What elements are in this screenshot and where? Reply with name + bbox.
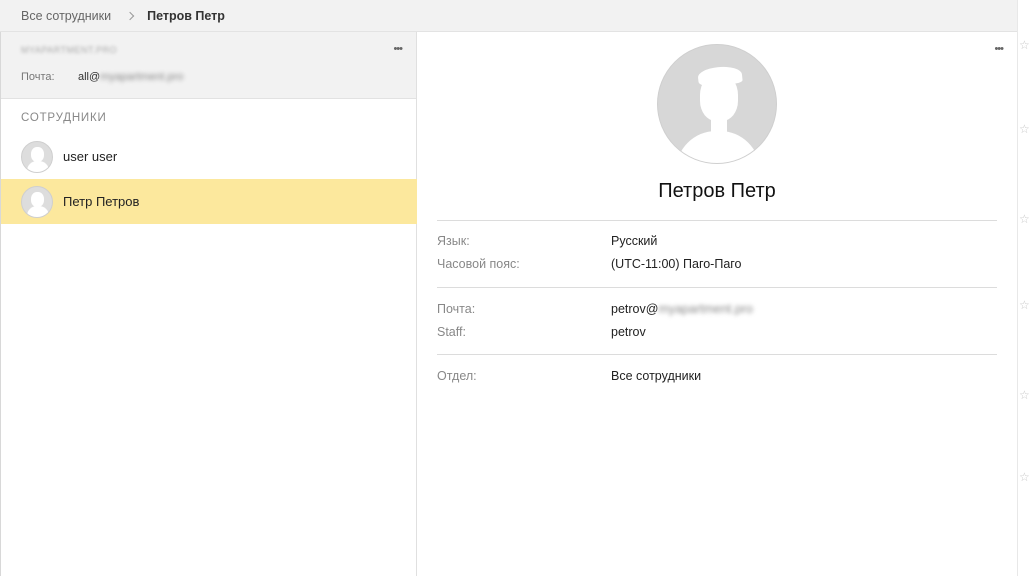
info-row-language: Язык: Русский: [437, 229, 997, 252]
org-domain: MYAPARTMENT.PRO: [21, 45, 118, 55]
org-mail-label: Почта:: [21, 71, 55, 83]
info-value: (UTC-11:00) Паго-Паго: [611, 256, 742, 271]
info-group-locale: Язык: Русский Часовой пояс: (UTC-11:00) …: [437, 220, 997, 275]
org-mail-domain: myapartment.pro: [100, 71, 184, 83]
profile-avatar: [657, 44, 777, 164]
employees-section-title: Сотрудники: [21, 112, 107, 124]
breadcrumb-current: Петров Петр: [147, 8, 225, 23]
employee-name: user user: [63, 149, 118, 164]
info-label: Язык:: [437, 233, 470, 248]
chevron-right-icon: [125, 11, 135, 20]
star-icon[interactable]: ☆: [1019, 298, 1030, 312]
info-value: Все сотрудники: [611, 368, 702, 383]
avatar: [21, 185, 53, 218]
list-item[interactable]: Петр Петров: [1, 179, 417, 224]
more-dots-icon[interactable]: •••: [994, 44, 1004, 55]
star-icon[interactable]: ☆: [1019, 388, 1030, 402]
star-icon[interactable]: ☆: [1019, 470, 1030, 484]
org-header: MYAPARTMENT.PRO ••• Почта: all@myapartme…: [1, 32, 416, 99]
org-mail-local: all@: [78, 71, 101, 83]
info-label: Часовой пояс:: [437, 256, 520, 271]
more-dots-icon[interactable]: •••: [393, 44, 403, 55]
breadcrumb-all-employees-link[interactable]: Все сотрудники: [21, 9, 111, 23]
info-label: Отдел:: [437, 368, 477, 383]
info-row-department: Отдел: Все сотрудники: [437, 364, 997, 387]
info-group-department: Отдел: Все сотрудники: [437, 354, 997, 387]
avatar: [21, 140, 53, 173]
breadcrumb: Все сотрудники Петров Петр: [0, 0, 1017, 32]
mail-local: petrov@: [611, 301, 659, 316]
star-icon[interactable]: ☆: [1019, 38, 1030, 52]
profile-name: Петров Петр: [658, 180, 776, 202]
info-row-mail: Почта: petrov@myapartment.pro: [437, 297, 997, 320]
info-group-contacts: Почта: petrov@myapartment.pro Staff: pet…: [437, 287, 997, 343]
employee-name: Петр Петров: [63, 194, 140, 209]
mail-domain: myapartment.pro: [658, 301, 753, 316]
org-mail-value: all@myapartment.pro: [78, 71, 183, 83]
star-icon[interactable]: ☆: [1019, 122, 1030, 136]
info-value: petrov: [611, 324, 646, 339]
star-icon[interactable]: ☆: [1019, 212, 1030, 226]
employee-list: user user Петр Петров: [1, 134, 417, 224]
info-value: Русский: [611, 233, 658, 248]
list-item[interactable]: user user: [1, 134, 417, 179]
info-row-timezone: Часовой пояс: (UTC-11:00) Паго-Паго: [437, 252, 997, 275]
info-row-staff: Staff: petrov: [437, 320, 997, 343]
info-label: Почта:: [437, 301, 476, 316]
employees-pane: MYAPARTMENT.PRO ••• Почта: all@myapartme…: [0, 32, 417, 576]
right-edge-strip: ☆ ☆ ☆ ☆ ☆ ☆: [1017, 0, 1031, 576]
profile-pane: ••• Петров Петр Язык: Русский Часовой по…: [417, 32, 1017, 576]
info-label: Staff:: [437, 324, 466, 339]
info-value: petrov@myapartment.pro: [611, 302, 753, 316]
